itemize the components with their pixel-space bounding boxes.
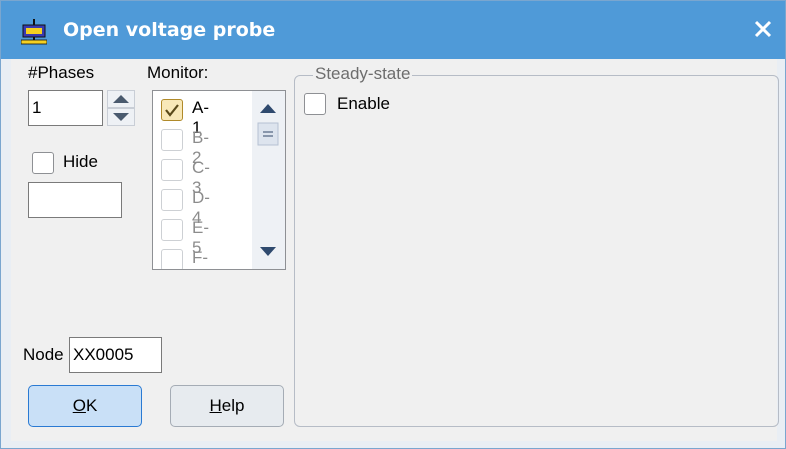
scroll-up-icon[interactable] (254, 95, 282, 121)
scroll-down-icon[interactable] (254, 239, 282, 265)
monitor-checkbox-d4[interactable] (161, 189, 183, 211)
title-bar[interactable]: Open voltage probe (1, 1, 785, 59)
ok-accel: O (72, 396, 86, 415)
node-input[interactable]: XX0005 (69, 337, 162, 373)
monitor-label: Monitor: (147, 63, 209, 82)
help-accel: H (209, 396, 222, 415)
monitor-listbox[interactable]: A-1 B-2 C-3 D-4 E-5 F-6 (152, 90, 286, 270)
dialog-window: Open voltage probe #Phases 1 Hide Monito… (0, 0, 786, 449)
phases-spin-up[interactable] (107, 90, 135, 108)
hide-text-field[interactable] (28, 182, 122, 218)
probe-app-icon (21, 19, 47, 45)
phases-label: #Phases (28, 63, 95, 82)
node-label: Node (23, 345, 64, 364)
help-button[interactable]: Help (170, 385, 284, 427)
monitor-checkbox-e5[interactable] (161, 219, 183, 241)
monitor-scrollbar[interactable] (252, 91, 285, 269)
monitor-item-label: F-6 (192, 248, 209, 269)
phases-spin-down[interactable] (107, 108, 135, 126)
monitor-checkbox-a1[interactable] (161, 99, 183, 121)
monitor-checkbox-c3[interactable] (161, 159, 183, 181)
close-icon[interactable] (749, 15, 777, 43)
scroll-thumb-icon[interactable] (254, 121, 282, 147)
monitor-checkbox-b2[interactable] (161, 129, 183, 151)
enable-label: Enable (337, 94, 390, 113)
ok-button[interactable]: OK (28, 385, 142, 427)
ok-label: K (85, 396, 98, 415)
help-label: elp (221, 396, 245, 415)
phases-input[interactable]: 1 (28, 90, 103, 126)
enable-checkbox[interactable] (304, 93, 326, 115)
window-title: Open voltage probe (63, 19, 276, 41)
checkmark-icon (165, 104, 179, 117)
steady-state-group (294, 75, 779, 427)
arrow-up-icon (113, 95, 129, 103)
hide-label: Hide (63, 152, 98, 171)
steady-state-title: Steady-state (313, 64, 413, 84)
hide-checkbox[interactable] (32, 152, 54, 174)
monitor-checkbox-f6[interactable] (161, 249, 183, 269)
arrow-down-icon (113, 113, 129, 121)
